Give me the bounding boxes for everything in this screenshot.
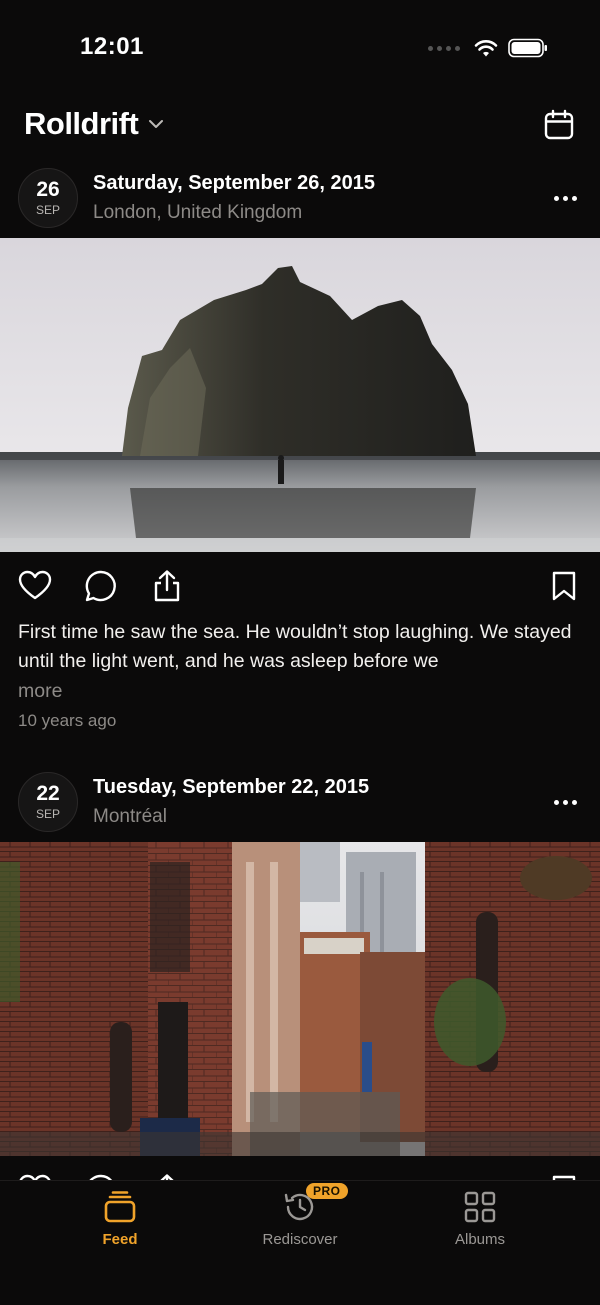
tab-albums[interactable]: Albums (380, 1189, 580, 1259)
comment-icon (85, 570, 116, 602)
post-caption: First time he saw the sea. He wouldn’t s… (18, 621, 572, 672)
grid-icon (462, 1189, 498, 1225)
caption-more-link[interactable]: more (0, 676, 600, 706)
status-icons (428, 38, 548, 58)
feed-post: 22 SEP Tuesday, September 22, 2015 Montr… (0, 766, 600, 1180)
history-clock-icon: PRO (282, 1183, 348, 1225)
more-options-button[interactable] (550, 790, 580, 814)
like-button[interactable] (17, 1172, 53, 1180)
calendar-button[interactable] (540, 106, 578, 144)
comment-button[interactable] (83, 568, 119, 604)
date-month: SEP (35, 202, 60, 217)
date-day: 26 (36, 177, 60, 201)
tab-bar: Feed PRO Rediscover Albums (0, 1180, 600, 1305)
post-location[interactable]: London, United Kingdom (93, 202, 302, 224)
sea-rock-photo (0, 238, 600, 552)
status-time: 12:01 (80, 33, 144, 60)
chevron-down-icon (149, 120, 164, 128)
tab-feed[interactable]: Feed (20, 1189, 220, 1259)
post-timestamp: 10 years ago (18, 711, 117, 730)
date-badge: 22 SEP (18, 772, 78, 832)
more-options-button[interactable] (550, 186, 580, 210)
bookmark-button[interactable] (546, 568, 582, 604)
share-icon (160, 1174, 174, 1180)
app-title: Rolldrift (24, 106, 139, 141)
date-month: SEP (35, 806, 60, 821)
post-action-row (0, 1156, 600, 1180)
like-button[interactable] (17, 568, 53, 604)
date-badge: 26 SEP (18, 168, 78, 228)
status-bar: 12:01 (0, 0, 600, 96)
feed-list[interactable]: 26 SEP Saturday, September 26, 2015 Lond… (0, 162, 600, 1180)
wifi-icon (474, 39, 498, 56)
post-header: 22 SEP Tuesday, September 22, 2015 Montr… (0, 766, 600, 842)
feed-post: 26 SEP Saturday, September 26, 2015 Lond… (0, 162, 600, 766)
tab-rediscover[interactable]: PRO Rediscover (200, 1183, 400, 1259)
post-location[interactable]: Montréal (93, 806, 167, 828)
post-date: Tuesday, September 22, 2015 (93, 776, 370, 798)
bookmark-icon (552, 571, 576, 601)
comment-icon (89, 1174, 113, 1180)
journal-switcher[interactable]: Rolldrift (24, 106, 164, 142)
post-header: 26 SEP Saturday, September 26, 2015 Lond… (0, 162, 600, 238)
brick-alley-photo (0, 842, 600, 1156)
feed-stack-icon (102, 1189, 138, 1225)
share-button[interactable] (149, 1172, 185, 1180)
post-photo[interactable] (0, 842, 600, 1156)
comment-button[interactable] (83, 1172, 119, 1180)
share-button[interactable] (149, 568, 185, 604)
heart-icon (18, 570, 52, 600)
post-photo[interactable] (0, 238, 600, 552)
battery-icon (508, 38, 547, 58)
app-header: Rolldrift (0, 96, 600, 162)
tab-label: Feed (102, 1231, 138, 1248)
post-date: Saturday, September 26, 2015 (93, 172, 375, 194)
date-day: 22 (36, 781, 60, 805)
tab-label: Albums (454, 1231, 506, 1248)
pro-badge: PRO (306, 1183, 348, 1199)
bookmark-button[interactable] (546, 1172, 582, 1180)
share-icon (154, 570, 180, 602)
calendar-icon (544, 109, 574, 140)
tab-label: Rediscover (262, 1231, 338, 1248)
cellular-signal-icon (428, 45, 460, 51)
post-action-row (0, 552, 600, 618)
